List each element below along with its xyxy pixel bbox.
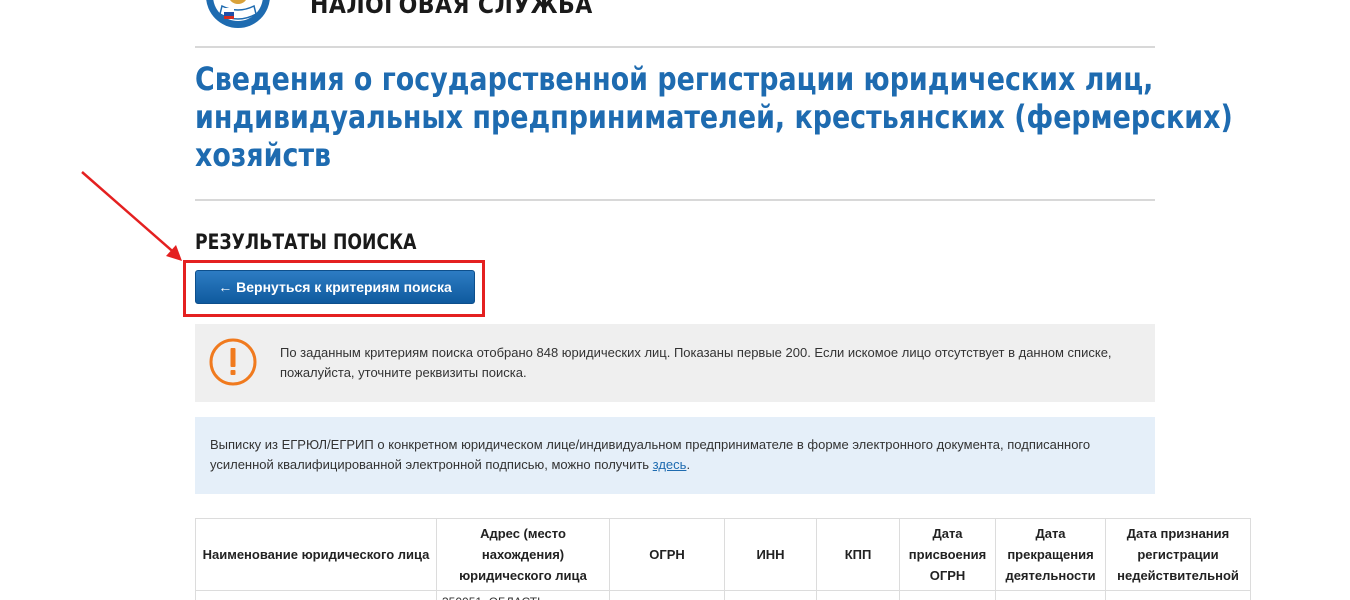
service-name: НАЛОГОВАЯ СЛУЖБА	[310, 0, 593, 19]
column-header-ogrn[interactable]: ОГРН	[609, 518, 725, 591]
info-text-main: Выписку из ЕГРЮЛ/ЕГРИП о конкретном юрид…	[210, 437, 1091, 472]
table-row[interactable]: 350051, ОБЛАСТЬ	[195, 590, 1251, 600]
extract-here-link[interactable]: здесь	[653, 457, 687, 472]
results-heading: РЕЗУЛЬТАТЫ ПОИСКА	[195, 230, 417, 254]
annotation-arrow-icon	[81, 171, 182, 261]
results-table: Наименование юридического лица Адрес (ме…	[195, 518, 1251, 600]
results-notice: По заданным критериям поиска отобрано 84…	[195, 324, 1155, 402]
table-cell	[995, 590, 1106, 600]
table-cell	[609, 590, 725, 600]
page-title-line: хозяйств	[195, 136, 332, 174]
table-cell	[1105, 590, 1251, 600]
column-header-ogrn-date[interactable]: Дата присвоения ОГРН	[899, 518, 996, 591]
fns-emblem-icon	[206, 0, 270, 28]
page-title: Сведения о государственной регистрации ю…	[195, 60, 1233, 174]
table-cell	[724, 590, 817, 600]
info-text-end: .	[686, 457, 691, 472]
column-header-name[interactable]: Наименование юридического лица	[195, 518, 437, 591]
page-title-line: индивидуальных предпринимателей, крестья…	[195, 98, 1233, 136]
column-header-kpp[interactable]: КПП	[816, 518, 900, 591]
extract-info-box: Выписку из ЕГРЮЛ/ЕГРИП о конкретном юрид…	[195, 417, 1155, 494]
exclamation-circle-icon	[209, 338, 257, 386]
notice-text: По заданным критериям поиска отобрано 84…	[280, 345, 1112, 380]
column-header-invalidation-date[interactable]: Дата признания регистрации недействитель…	[1105, 518, 1251, 591]
back-to-search-criteria-button[interactable]: ← Вернуться к критериям поиска	[195, 270, 475, 304]
info-text: Выписку из ЕГРЮЛ/ЕГРИП о конкретном юрид…	[210, 435, 1140, 475]
column-header-termination-date[interactable]: Дата прекращения деятельности	[995, 518, 1106, 591]
column-header-inn[interactable]: ИНН	[724, 518, 817, 591]
table-header-row: Наименование юридического лица Адрес (ме…	[195, 518, 1251, 591]
column-header-address[interactable]: Адрес (место нахождения) юридического ли…	[436, 518, 610, 591]
table-cell	[195, 590, 437, 600]
title-divider	[195, 199, 1155, 201]
table-cell	[899, 590, 996, 600]
header-divider	[195, 46, 1155, 48]
table-cell: 350051, ОБЛАСТЬ	[436, 590, 610, 600]
table-cell	[816, 590, 900, 600]
page-title-line: Сведения о государственной регистрации ю…	[195, 60, 1154, 98]
